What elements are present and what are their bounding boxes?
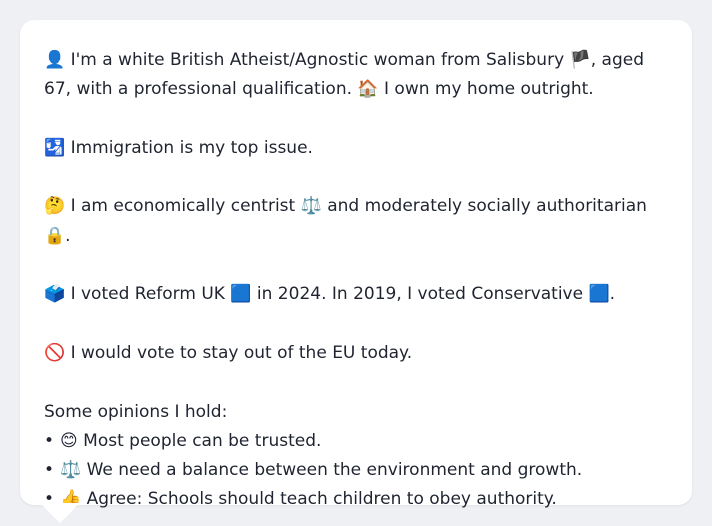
issue-text: Immigration is my top issue. [70, 137, 313, 158]
scales-icon: ⚖️ [300, 196, 322, 217]
opinion-text: We need a balance between the environmen… [86, 460, 583, 481]
stance-paragraph: 🤔 I am economically centrist ⚖️ and mode… [44, 192, 668, 251]
thinking-face-icon: 🤔 [44, 196, 66, 217]
lock-icon: 🔒 [44, 225, 66, 246]
stance-text-a: I am economically centrist [70, 196, 296, 217]
passport-control-icon: 🛂 [44, 137, 66, 158]
smiling-face-icon: 😊 [60, 430, 78, 451]
opinions-list: • 😊 Most people can be trusted. • ⚖️ We ne… [44, 427, 668, 515]
scales-icon: ⚖️ [60, 460, 82, 481]
bullet: • [44, 460, 55, 481]
profile-card: 👤 I'm a white British Atheist/Agnostic w… [20, 20, 692, 509]
opinion-text: Most people can be trusted. [83, 430, 322, 451]
blue-square-icon: 🟦 [588, 284, 610, 305]
list-item: • 😊 Most people can be trusted. [44, 427, 668, 456]
profile-text: 👤 I'm a white British Atheist/Agnostic w… [44, 46, 668, 515]
blue-square-icon: 🟦 [230, 284, 252, 305]
stance-text-b: and moderately socially authoritarian [327, 196, 647, 217]
vote-text-b: in 2024. In 2019, I voted Conservative [256, 284, 584, 305]
intro-text-c: I own my home outright. [384, 79, 594, 100]
stance-text-c: . [65, 225, 71, 246]
opinions-heading: Some opinions I hold: [44, 401, 228, 422]
intro-text-a: I'm a white British Atheist/Agnostic wom… [70, 50, 565, 70]
england-flag-icon: 🏴 [569, 50, 591, 70]
list-item: • 👍 Agree: Schools should teach children … [44, 485, 668, 514]
prohibited-icon: 🚫 [44, 342, 66, 363]
vote-text-c: . [609, 284, 616, 305]
bullet: • [44, 430, 55, 451]
person-icon: 👤 [44, 50, 66, 70]
eu-paragraph: 🚫 I would vote to stay out of the EU tod… [44, 339, 668, 368]
eu-text: I would vote to stay out of the EU today… [70, 342, 413, 363]
issue-paragraph: 🛂 Immigration is my top issue. [44, 134, 668, 163]
vote-paragraph: 🗳️ I voted Reform UK 🟦 in 2024. In 2019,… [44, 280, 668, 309]
vote-text-a: I voted Reform UK [70, 284, 225, 305]
intro-paragraph: 👤 I'm a white British Atheist/Agnostic w… [44, 46, 668, 105]
speech-bubble-tail [40, 503, 80, 523]
ballot-box-icon: 🗳️ [44, 284, 66, 305]
house-icon: 🏠 [357, 79, 379, 100]
opinion-text: Agree: Schools should teach children to … [86, 489, 557, 510]
list-item: • ⚖️ We need a balance between the enviro… [44, 456, 668, 485]
